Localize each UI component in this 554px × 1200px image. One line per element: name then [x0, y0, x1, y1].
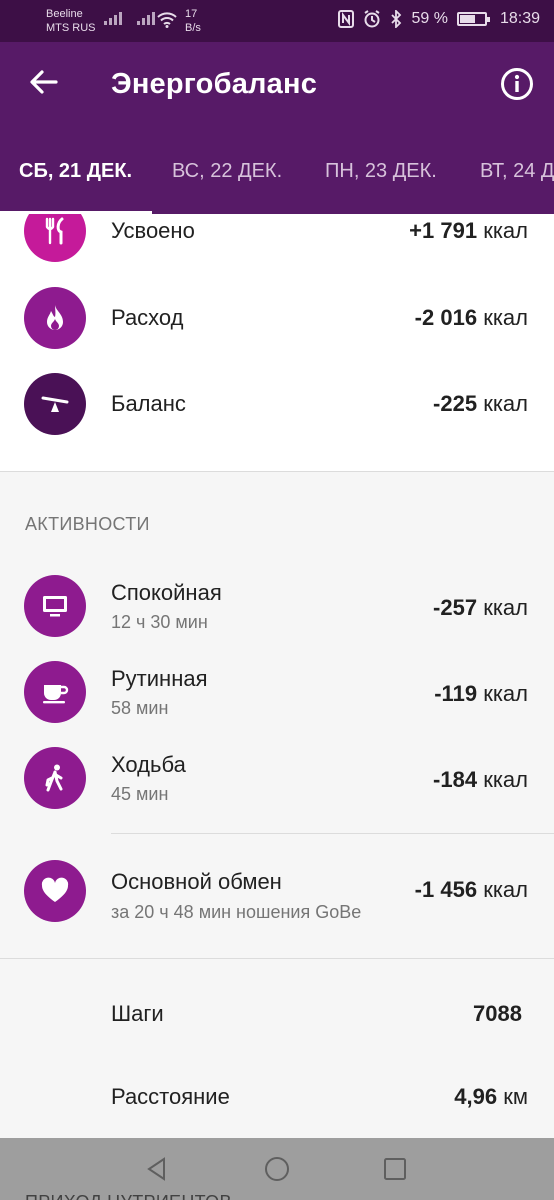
speed-unit: B/s	[185, 22, 201, 34]
basal-metabolism-row[interactable]: Основной обмен за 20 ч 48 мин ношения Go…	[0, 848, 554, 934]
battery-percent: 59 %	[411, 10, 448, 27]
activity-row-routine[interactable]: Рутинная 58 мин -119 ккал	[0, 649, 554, 735]
heart-icon	[24, 860, 86, 922]
activity-duration: 45 мин	[111, 784, 169, 804]
expenditure-row[interactable]: Расход -2 016 ккал	[0, 275, 554, 361]
activity-label: Спокойная	[111, 580, 222, 605]
expenditure-label: Расход	[111, 305, 184, 330]
balance-label: Баланс	[111, 391, 186, 416]
system-nav-bar: ПРИХОД НУТРИЕНТОВ	[0, 1138, 554, 1200]
monitor-icon	[24, 575, 86, 637]
basal-label: Основной обмен	[111, 869, 282, 894]
activity-label: Рутинная	[111, 666, 208, 691]
wifi-icon	[157, 12, 177, 28]
activity-row-walking[interactable]: Ходьба 45 мин -184 ккал	[0, 735, 554, 821]
signal-icon	[104, 12, 122, 25]
activity-value: -119 ккал	[434, 681, 528, 706]
basal-value: -1 456 ккал	[414, 877, 528, 902]
back-arrow-icon[interactable]	[26, 64, 62, 100]
distance-value: 4,96 км	[454, 1084, 528, 1109]
page-title: Энергобаланс	[111, 68, 318, 100]
list-divider	[111, 833, 554, 834]
tab-mon-23-dec[interactable]: ПН, 23 ДЕК.	[325, 160, 437, 183]
info-icon[interactable]	[500, 67, 534, 101]
nfc-icon	[338, 10, 355, 28]
network-speed: 17 B/s	[185, 7, 201, 35]
consumed-value: +1 791 ккал	[409, 218, 528, 243]
status-bar: Beeline MTS RUS 17 B/s 59 % 18:39	[0, 0, 554, 42]
tab-sat-21-dec[interactable]: СБ, 21 ДЕК.	[19, 160, 132, 183]
flame-icon	[24, 287, 86, 349]
tab-tue-24-dec[interactable]: ВТ, 24 ДЕК.	[480, 160, 554, 183]
activity-value: -257 ккал	[433, 595, 528, 620]
content-scroll[interactable]: Усвоено +1 791 ккал Расход -2 016 ккал Б…	[0, 214, 554, 1138]
date-tabs: СБ, 21 ДЕК. ВС, 22 ДЕК. ПН, 23 ДЕК. ВТ, …	[0, 132, 554, 214]
status-right: 59 % 18:39	[338, 10, 540, 28]
speed-value: 17	[185, 8, 198, 20]
consumed-row[interactable]: Усвоено +1 791 ккал	[0, 214, 554, 274]
steps-label: Шаги	[111, 1001, 164, 1026]
activity-value: -184 ккал	[433, 767, 528, 792]
nav-home-icon[interactable]	[264, 1156, 290, 1182]
distance-label: Расстояние	[111, 1084, 230, 1109]
bluetooth-icon	[391, 10, 402, 28]
balance-row[interactable]: Баланс -225 ккал	[0, 361, 554, 447]
steps-value: 7088	[473, 1001, 522, 1026]
cup-icon	[24, 661, 86, 723]
consumed-label: Усвоено	[111, 218, 195, 243]
nutrients-section-header: ПРИХОД НУТРИЕНТОВ	[25, 1192, 232, 1200]
activity-row-calm[interactable]: Спокойная 12 ч 30 мин -257 ккал	[0, 563, 554, 649]
nav-recents-icon[interactable]	[382, 1156, 408, 1182]
alarm-icon	[364, 10, 381, 28]
summary-card: Усвоено +1 791 ккал Расход -2 016 ккал Б…	[0, 214, 554, 471]
carrier-1: Beeline	[46, 8, 83, 20]
signal-2-icon	[137, 12, 155, 25]
cutlery-icon	[24, 214, 86, 262]
clock: 18:39	[499, 10, 540, 27]
carrier-names: Beeline MTS RUS	[46, 7, 96, 35]
battery-icon	[456, 12, 490, 26]
tab-sun-22-dec[interactable]: ВС, 22 ДЕК.	[172, 160, 282, 183]
nav-back-icon[interactable]	[144, 1156, 170, 1182]
app-bar: Энергобаланс СБ, 21 ДЕК. ВС, 22 ДЕК. ПН,…	[0, 42, 554, 214]
activities-header: АКТИВНОСТИ	[25, 514, 150, 534]
walking-icon	[24, 747, 86, 809]
activity-duration: 12 ч 30 мин	[111, 612, 208, 632]
section-divider	[0, 958, 554, 959]
basal-sub: за 20 ч 48 мин ношения GoBe	[111, 902, 362, 922]
activity-label: Ходьба	[111, 752, 186, 777]
carrier-2: MTS RUS	[46, 22, 96, 34]
expenditure-value: -2 016 ккал	[414, 305, 528, 330]
section-divider	[0, 471, 554, 472]
balance-icon	[24, 373, 86, 435]
balance-value: -225 ккал	[433, 391, 528, 416]
activity-duration: 58 мин	[111, 698, 169, 718]
